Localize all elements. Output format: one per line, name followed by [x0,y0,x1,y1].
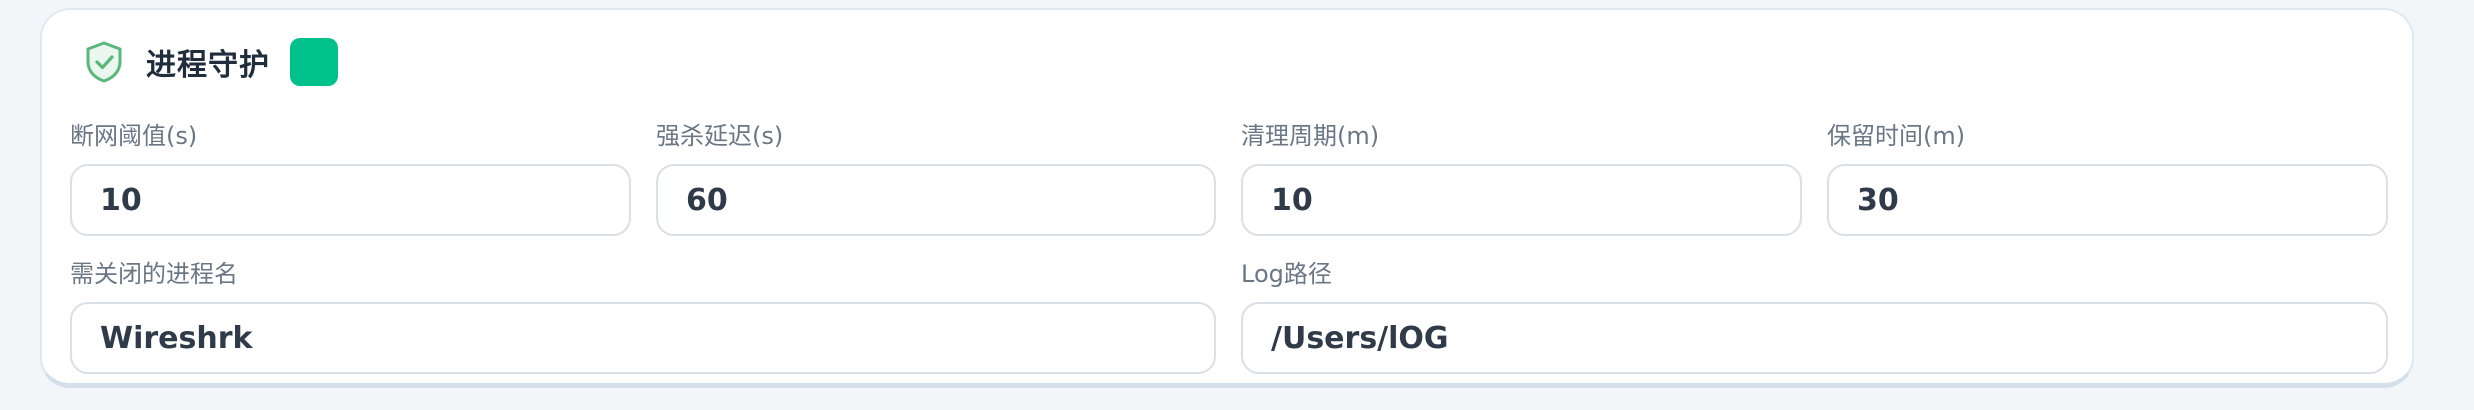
log-path-input[interactable]: /Users/lOG [1241,302,2388,374]
log-path-label: Log路径 [1241,260,1332,288]
process-names-field: 需关闭的进程名 Wireshrk [70,258,1216,374]
cleanup-period-input[interactable]: 10 [1241,164,1802,236]
disconnect-threshold-label: 断网阈值(s) [70,122,198,150]
force-kill-delay-field: 强杀延迟(s) 60 [656,120,1216,236]
force-kill-delay-label: 强杀延迟(s) [656,122,784,150]
process-guard-card: 进程守护 断网阈值(s) 10 强杀延迟(s) 60 清理周期(m) 10 保留… [40,8,2414,388]
cleanup-period-field: 清理周期(m) 10 [1241,120,1802,236]
process-names-label: 需关闭的进程名 [70,260,238,288]
shield-check-icon [78,36,130,88]
disconnect-threshold-field: 断网阈值(s) 10 [70,120,631,236]
panel-title: 进程守护 [146,48,270,83]
disconnect-threshold-input[interactable]: 10 [70,164,631,236]
retention-time-field: 保留时间(m) 30 [1827,120,2388,236]
process-names-input[interactable]: Wireshrk [70,302,1216,374]
status-toggle[interactable] [290,38,338,86]
retention-time-input[interactable]: 30 [1827,164,2388,236]
log-path-field: Log路径 /Users/lOG [1241,258,2388,374]
card-header: 进程守护 [78,30,338,94]
force-kill-delay-input[interactable]: 60 [656,164,1216,236]
retention-time-label: 保留时间(m) [1827,122,1966,150]
cleanup-period-label: 清理周期(m) [1241,122,1380,150]
